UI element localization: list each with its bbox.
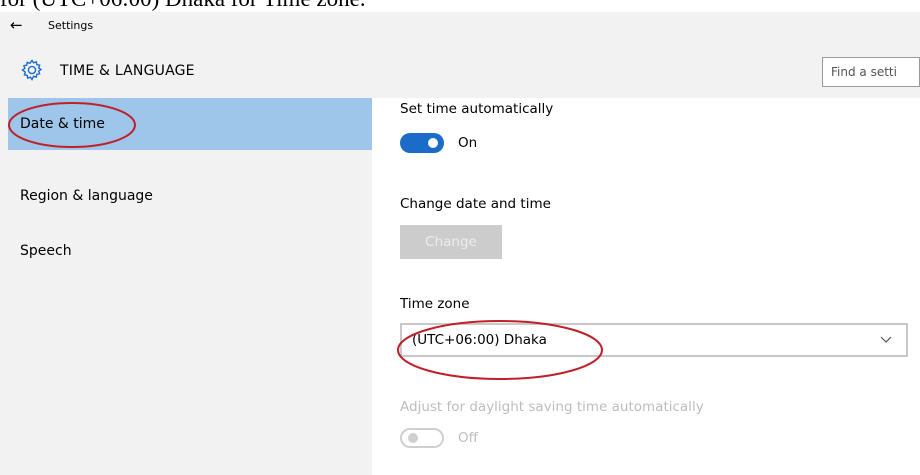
- sidebar-item-label: Region & language: [20, 188, 153, 204]
- sidebar-item-date-time[interactable]: Date & time: [8, 98, 372, 150]
- sidebar-item-region-language[interactable]: Region & language: [8, 170, 372, 222]
- caption-text: for (UTC+06:00) Dhaka for Time zone.: [0, 0, 366, 12]
- set-time-auto-state: On: [458, 135, 478, 151]
- window-title: Settings: [48, 19, 94, 32]
- toggle-knob: [408, 433, 418, 443]
- back-button[interactable]: ←: [10, 16, 32, 34]
- set-time-auto-toggle[interactable]: [400, 133, 444, 153]
- search-input[interactable]: [822, 57, 920, 87]
- daylight-saving-label: Adjust for daylight saving time automati…: [400, 399, 704, 415]
- title-bar: ← Settings: [0, 12, 920, 40]
- set-time-auto-label: Set time automatically: [400, 101, 554, 117]
- time-zone-label: Time zone: [400, 296, 470, 312]
- daylight-saving-state: Off: [458, 430, 478, 446]
- sidebar-item-label: Speech: [20, 243, 72, 259]
- toggle-knob: [428, 138, 438, 148]
- gear-icon: [21, 59, 43, 81]
- arrow-left-icon: ←: [10, 16, 23, 34]
- daylight-saving-toggle[interactable]: [400, 428, 444, 448]
- sidebar: Date & time Region & language Speech: [8, 98, 372, 475]
- settings-window: ← Settings TIME & LANGUAGE Date & time R…: [0, 12, 920, 475]
- change-date-time-label: Change date and time: [400, 196, 551, 212]
- change-button[interactable]: Change: [400, 225, 502, 259]
- main-content: Set time automatically On Change date an…: [372, 98, 920, 475]
- caption-strip: for (UTC+06:00) Dhaka for Time zone.: [0, 0, 920, 12]
- time-zone-value: (UTC+06:00) Dhaka: [412, 332, 547, 348]
- sidebar-item-label: Date & time: [20, 116, 105, 132]
- page-header: TIME & LANGUAGE: [0, 40, 920, 98]
- chevron-down-icon: [880, 336, 892, 343]
- sidebar-item-speech[interactable]: Speech: [8, 225, 372, 277]
- time-zone-dropdown[interactable]: (UTC+06:00) Dhaka: [400, 323, 908, 357]
- page-title: TIME & LANGUAGE: [60, 63, 195, 79]
